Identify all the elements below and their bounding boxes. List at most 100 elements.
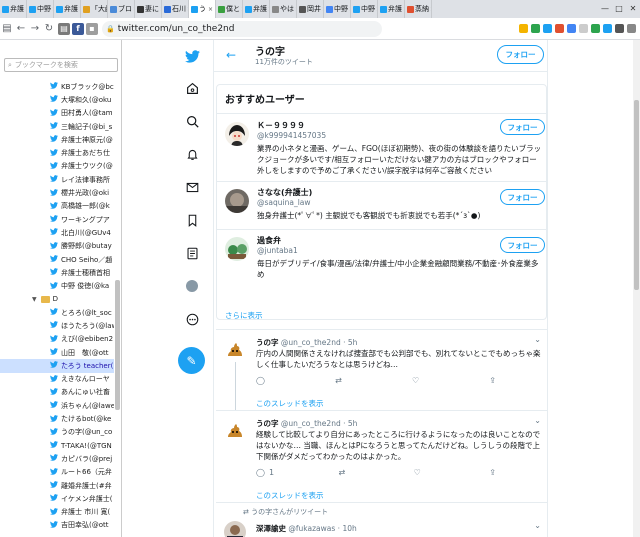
bookmarks-icon[interactable] — [184, 212, 200, 228]
tweet[interactable]: うの字 @un_co_the2nd · 5h ⌄ 庁内の人間関係さえなければ捜査… — [216, 329, 547, 411]
browser-tab[interactable]: 僕と× — [216, 0, 243, 18]
reload-button[interactable]: ↻ — [42, 23, 56, 34]
tweet-author-name[interactable]: 深澤諭史 — [256, 524, 286, 533]
evernote-icon[interactable] — [531, 24, 540, 33]
header-follow-button[interactable]: フォロー — [497, 45, 544, 64]
bookmark-item[interactable]: あんにゅい社畜 — [0, 386, 114, 399]
bookmark-item[interactable]: 弁護士神原元(@ — [0, 133, 114, 146]
page-scrollbar[interactable] — [633, 40, 640, 537]
like-button[interactable]: ♡ — [412, 376, 423, 385]
bookmark-item[interactable]: 浜ちゃん(@lawe — [0, 399, 114, 412]
browser-tab[interactable]: 中野× — [351, 0, 378, 18]
minimize-button[interactable]: — — [598, 0, 612, 18]
bookmark-item[interactable]: KBブラック@bcr — [0, 80, 114, 93]
show-thread-link[interactable]: このスレッドを表示 — [256, 398, 324, 409]
messages-icon[interactable] — [184, 179, 200, 195]
address-bar[interactable]: 🔒 twitter.com/un_co_the2nd — [102, 20, 382, 37]
browser-tab[interactable]: 蒸納× — [405, 0, 432, 18]
more-icon[interactable] — [184, 311, 200, 327]
browser-tab[interactable]: 石川× — [162, 0, 189, 18]
close-tab-icon[interactable]: × — [208, 6, 213, 13]
facebook-icon[interactable]: f — [72, 22, 84, 35]
tweet-time[interactable]: · 10h — [338, 524, 357, 533]
share-button[interactable]: ⇪ — [489, 468, 496, 477]
home-icon[interactable] — [184, 80, 200, 96]
bookmark-item[interactable]: たろう teacher( — [0, 359, 114, 373]
bookmark-item[interactable]: レイ法律事務所 — [0, 173, 114, 186]
bookmark-item[interactable]: 弁護士ウツク(@ — [0, 160, 114, 173]
bookmark-item[interactable]: 田村勇人(@tam — [0, 107, 114, 120]
browser-tab[interactable]: ブロ× — [108, 0, 135, 18]
twitter-logo-icon[interactable] — [184, 48, 200, 64]
bookmark-item[interactable]: 弁護士穂積首相 — [0, 266, 114, 279]
follow-button[interactable]: フォロー — [500, 237, 545, 253]
chevron-down-icon[interactable]: ⌄ — [534, 521, 541, 530]
bookmark-item[interactable]: 高橋雄一郎(@k — [0, 200, 114, 213]
close-tab-icon[interactable]: × — [430, 6, 431, 13]
recommended-user[interactable]: Ｋ－９９９９ @k999941457035 フォロー 業界の小ネタと漫画、ゲーム… — [217, 113, 547, 181]
back-arrow-icon[interactable]: ← — [226, 48, 236, 62]
maximize-button[interactable]: □ — [612, 0, 626, 18]
bookmark-item[interactable]: 北白川(@GUv4 — [0, 226, 114, 239]
retweet-button[interactable]: ⇄ — [335, 376, 346, 385]
avatar[interactable] — [224, 338, 246, 360]
follow-button[interactable]: フォロー — [500, 119, 545, 135]
like-button[interactable]: ♡ — [414, 468, 425, 477]
tweet-author-name[interactable]: うの字 — [256, 338, 279, 347]
share-button[interactable]: ⇪ — [489, 376, 496, 385]
extension-icon[interactable] — [543, 24, 552, 33]
expand-icon[interactable]: ▼ — [32, 296, 37, 303]
avatar[interactable] — [224, 521, 246, 537]
scrollbar-thumb[interactable] — [634, 100, 639, 290]
bookmark-item[interactable]: えび(@ebiben2 — [0, 333, 114, 346]
extension-icon[interactable] — [615, 24, 624, 33]
tweet-author-name[interactable]: うの字 — [256, 419, 279, 428]
extension-icon[interactable] — [579, 24, 588, 33]
bookmark-item[interactable]: うの字(@un_co — [0, 426, 114, 439]
browser-tab[interactable]: 弁護× — [0, 0, 27, 18]
bookmark-item[interactable]: 櫻井光政(@oki — [0, 186, 114, 199]
extension-icon[interactable] — [555, 24, 564, 33]
follow-button[interactable]: フォロー — [500, 189, 545, 205]
bookmark-item[interactable]: 大塚和久(@oku — [0, 93, 114, 106]
bookmark-item[interactable]: 離婚弁護士(#弁 — [0, 479, 114, 492]
browser-tab[interactable]: 岡井× — [297, 0, 324, 18]
bookmark-item[interactable]: 三輪記子(@bi_s — [0, 120, 114, 133]
tweet[interactable]: うの字 @un_co_the2nd · 5h ⌄ 経験して比較してより自分にあっ… — [216, 410, 547, 502]
user-name[interactable]: Ｋ－９９９９ — [257, 120, 305, 131]
bookmark-item[interactable]: とろろ(@lt_soc — [0, 306, 114, 319]
recommended-user[interactable]: さなな(弁護士) @saquina_law フォロー 独身弁護士(*ﾟ∀ﾟ*) … — [217, 181, 547, 229]
user-name[interactable]: さなな(弁護士) — [257, 187, 312, 198]
tweet-time[interactable]: · 5h — [343, 419, 357, 428]
tweet[interactable]: ⇄ うの字さんがリツイート 深澤諭史 @fukazawas · 10h ⌄ — [216, 502, 547, 537]
extension-icon[interactable] — [567, 24, 576, 33]
retweet-button[interactable]: ⇄ — [339, 468, 350, 477]
forward-button[interactable]: → — [28, 23, 42, 34]
bookmark-item[interactable]: 山田 敬(@ott — [0, 346, 114, 359]
extension-icon[interactable] — [603, 24, 612, 33]
browser-tab[interactable]: 妻に× — [135, 0, 162, 18]
bookmark-item[interactable]: T-TAKA!(@TGN — [0, 439, 114, 452]
explore-icon[interactable] — [184, 113, 200, 129]
extension-icon[interactable] — [591, 24, 600, 33]
browser-tab[interactable]: 中野× — [27, 0, 54, 18]
bookmark-item[interactable]: 弁護士あだち仕 — [0, 146, 114, 159]
browser-tab[interactable]: 「大鹸× — [81, 0, 108, 18]
reply-button[interactable]: ◯ — [256, 376, 269, 385]
chevron-down-icon[interactable]: ⌄ — [534, 416, 541, 425]
sidebar-toggle-icon[interactable]: ▤ — [0, 23, 14, 34]
bookmark-icon[interactable]: ▤ — [58, 22, 70, 35]
bookmark-item[interactable]: CHO Seiho／趙 — [0, 253, 114, 266]
show-more-link[interactable]: さらに表示 — [225, 310, 263, 321]
recommended-user[interactable]: 過食弁 @juntaba1 フォロー 毎日がデブリデイ/食事/漫画/法律/弁護士… — [217, 229, 547, 291]
tweet-time[interactable]: · 5h — [343, 338, 357, 347]
bookmark-item[interactable]: 勝野郎(@butay — [0, 240, 114, 253]
bookmark-item[interactable]: えきなんローヤ — [0, 373, 114, 386]
browser-tab[interactable]: 弁護× — [243, 0, 270, 18]
browser-tab[interactable]: う × — [189, 0, 216, 18]
avatar[interactable] — [224, 419, 246, 441]
browser-tab[interactable]: やは× — [270, 0, 297, 18]
bookmark-search-input[interactable]: ⌕ ブックマークを検索 — [4, 58, 118, 72]
bookmark-item[interactable]: ルート66（元弁 — [0, 466, 114, 479]
page-icon[interactable]: ▪ — [86, 22, 98, 35]
